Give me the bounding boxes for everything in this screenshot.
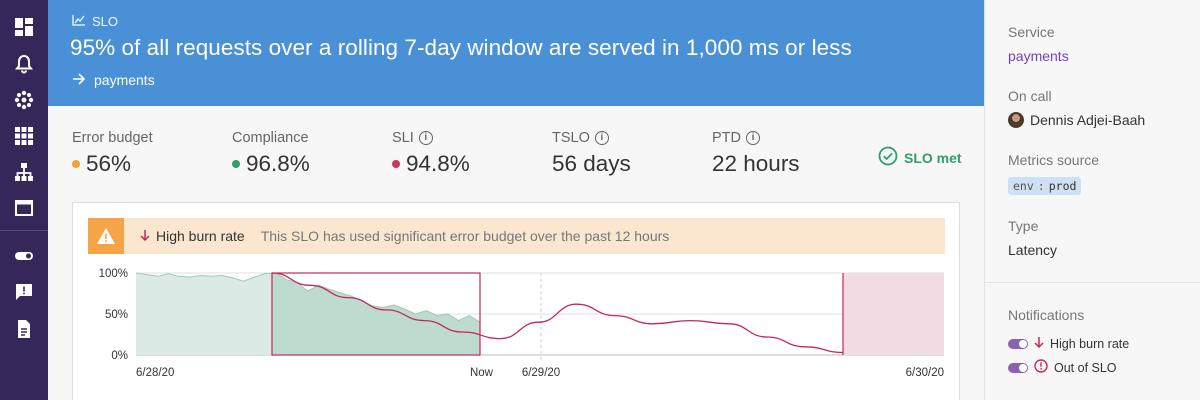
slo-kicker-label: SLO — [92, 14, 119, 29]
stat-label: PTD — [712, 130, 741, 146]
alert-title: High burn rate — [156, 228, 245, 244]
oncall-name[interactable]: Dennis Adjei-Baah — [1030, 112, 1145, 128]
x-tick-label: Now — [470, 367, 494, 379]
arrow-down-icon — [1034, 336, 1044, 351]
notification-out-of-slo: Out of SLO — [1008, 359, 1117, 376]
avatar — [1008, 112, 1024, 128]
check-circle-icon — [878, 146, 898, 169]
y-tick-label: 100% — [99, 268, 128, 280]
stat-label: SLI — [392, 130, 414, 146]
feedback-icon[interactable] — [13, 281, 35, 303]
chart-card: High burn rate This SLO has used signifi… — [72, 202, 960, 400]
status-dot — [392, 160, 400, 168]
details-sidebar: Service payments On call Dennis Adjei-Ba… — [984, 0, 1200, 400]
error-budget-chart: 100% 50% 0% 6/28/20 Now 6/29/20 6/30/20 — [99, 268, 944, 379]
type-value: Latency — [1008, 242, 1058, 258]
sitemap-icon[interactable] — [13, 161, 35, 183]
tag-key: env — [1013, 179, 1034, 193]
info-icon[interactable]: i — [746, 131, 760, 145]
out-of-slo-region — [843, 273, 944, 355]
slo-status-badge: SLO met — [878, 146, 962, 169]
x-tick-label: 6/29/20 — [522, 367, 560, 379]
stat-label: Compliance — [232, 130, 309, 146]
stat-value: 96.8% — [246, 151, 310, 176]
toggle-icon[interactable] — [13, 245, 35, 267]
x-tick-label: 6/28/20 — [136, 367, 174, 379]
burn-rate-alert: High burn rate This SLO has used signifi… — [88, 218, 945, 254]
y-tick-label: 50% — [105, 309, 128, 321]
slo-header: SLO 95% of all requests over a rolling 7… — [48, 0, 984, 106]
document-icon[interactable] — [13, 318, 35, 340]
metrics-source-tag[interactable]: env : prod — [1008, 177, 1082, 195]
tag-separator: : — [1037, 179, 1045, 193]
stat-error-budget: Error budget 56% — [72, 130, 153, 177]
oncall-label: On call — [1008, 88, 1052, 104]
stat-value: 22 hours — [712, 151, 800, 176]
status-dot — [232, 160, 240, 168]
service-breadcrumb[interactable]: payments — [72, 72, 155, 88]
stat-value: 56 days — [552, 151, 631, 176]
stat-label: Error budget — [72, 130, 153, 146]
nav-divider — [0, 230, 48, 231]
high-burn-rate-toggle[interactable] — [1008, 338, 1028, 349]
notifications-label: Notifications — [1008, 307, 1085, 323]
notification-label: Out of SLO — [1054, 360, 1117, 375]
page-title: 95% of all requests over a rolling 7-day… — [70, 35, 852, 60]
slo-status-label: SLO met — [904, 149, 962, 166]
slo-kicker: SLO — [72, 14, 118, 29]
info-icon[interactable]: i — [418, 131, 433, 145]
stat-compliance: Compliance 96.8% — [232, 130, 310, 177]
dashboard-icon[interactable] — [13, 16, 35, 38]
sidebar-divider — [985, 282, 1200, 283]
alert-message: This SLO has used significant error budg… — [260, 228, 670, 244]
arrow-right-icon — [72, 72, 86, 88]
notification-high-burn-rate: High burn rate — [1008, 336, 1129, 351]
stat-sli: SLI i 94.8% — [392, 130, 470, 177]
left-nav — [0, 0, 48, 400]
stat-value: 94.8% — [406, 151, 470, 176]
stat-value: 56% — [86, 151, 132, 176]
alert-circle-icon — [1034, 359, 1048, 376]
service-link[interactable]: payments — [1008, 48, 1069, 64]
bell-icon[interactable] — [13, 53, 35, 75]
type-label: Type — [1008, 218, 1039, 234]
main-content: Error budget 56% Compliance 96.8% SLI i … — [48, 106, 984, 400]
stat-ptd: PTD i 22 hours — [712, 130, 800, 177]
out-of-slo-toggle[interactable] — [1008, 362, 1028, 373]
arrow-down-icon — [140, 228, 150, 244]
status-dot — [72, 160, 80, 168]
grid-icon[interactable] — [13, 125, 35, 147]
x-tick-label: 6/30/20 — [906, 367, 944, 379]
notification-label: High burn rate — [1050, 336, 1130, 351]
apps-circle-icon[interactable] — [13, 89, 35, 111]
stat-tslo: TSLO i 56 days — [552, 130, 631, 177]
tag-value: prod — [1048, 179, 1077, 193]
stat-label: TSLO — [552, 130, 590, 146]
service-label: Service — [1008, 24, 1055, 40]
chart-line-icon — [72, 14, 86, 29]
service-breadcrumb-label[interactable]: payments — [94, 72, 155, 88]
window-icon[interactable] — [13, 197, 35, 219]
info-icon[interactable]: i — [594, 131, 609, 145]
warning-icon — [88, 218, 124, 254]
metrics-source-label: Metrics source — [1008, 152, 1100, 168]
y-tick-label: 0% — [111, 350, 128, 362]
